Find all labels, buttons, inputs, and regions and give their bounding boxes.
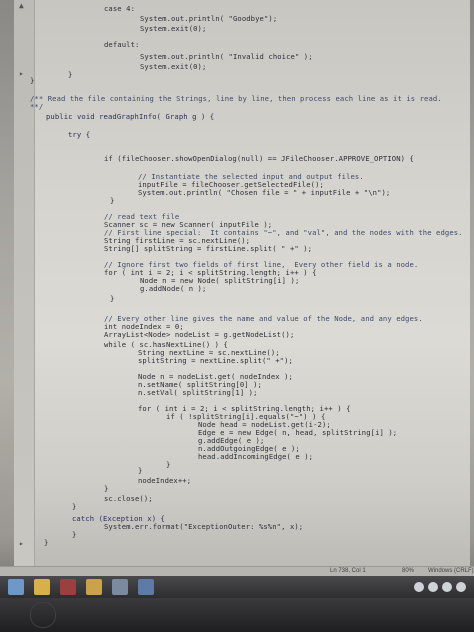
- code-line: nodeIndex++;: [138, 476, 192, 485]
- acrobat-icon[interactable]: [60, 579, 76, 595]
- code-line: }: [110, 196, 115, 205]
- volume-icon[interactable]: [428, 582, 438, 592]
- code-line: }: [110, 294, 115, 303]
- code-line: head.addIncomingEdge( e );: [198, 452, 314, 461]
- code-line: case 4:: [104, 4, 135, 13]
- code-line: }: [44, 538, 49, 547]
- code-line: **/: [30, 102, 44, 111]
- code-line: g.addNode( n );: [140, 284, 207, 293]
- code-line: splitString = nextLine.split(" +");: [138, 356, 293, 365]
- code-line: System.exit(0);: [140, 62, 207, 71]
- code-line: n.setVal( splitString[1] );: [138, 388, 258, 397]
- app-icon[interactable]: [112, 579, 128, 595]
- code-line: ArrayList<Node> nodeList = g.getNodeList…: [104, 330, 295, 339]
- code-line: System.exit(0);: [140, 24, 207, 33]
- code-line: }: [72, 502, 77, 511]
- code-line: System.err.format("ExceptionOuter: %s%n"…: [104, 522, 304, 531]
- code-editor[interactable]: ▲ ▸ ▸ case 4: System.out.println( "Goodby…: [14, 0, 470, 566]
- cursor-position: Ln 738, Col 1: [330, 568, 366, 574]
- start-icon[interactable]: [8, 579, 24, 595]
- code-line: }: [72, 530, 77, 539]
- code-text-area[interactable]: case 4: System.out.println( "Goodbye"); Sy…: [14, 0, 470, 566]
- code-line: public void readGraphInfo( Graph g ) {: [46, 112, 215, 121]
- network-icon[interactable]: [414, 582, 424, 592]
- code-line: /** Read the file containing the Strings…: [30, 94, 442, 103]
- reflection-ring: [30, 602, 56, 628]
- code-line: System.out.println( "Chosen file = " + i…: [138, 188, 391, 197]
- code-line: }: [166, 460, 171, 469]
- code-line: sc.close();: [104, 494, 153, 503]
- notification-icon[interactable]: [442, 582, 452, 592]
- clock-icon[interactable]: [456, 582, 466, 592]
- code-line: }: [104, 484, 109, 493]
- file-explorer-icon[interactable]: [34, 579, 50, 595]
- browser-icon[interactable]: [138, 579, 154, 595]
- code-line: try {: [68, 130, 91, 139]
- zoom-level[interactable]: 80%: [402, 568, 414, 574]
- code-line: String[] splitString = firstLine.split( …: [104, 244, 313, 253]
- folder-icon[interactable]: [86, 579, 102, 595]
- line-ending[interactable]: Windows (CRLF): [428, 568, 474, 574]
- code-line: default:: [104, 40, 140, 49]
- code-line: if (fileChooser.showOpenDialog(null) == …: [104, 154, 414, 163]
- code-line: }: [68, 70, 73, 79]
- code-line: }: [30, 76, 35, 85]
- monitor-screen: ▲ ▸ ▸ case 4: System.out.println( "Goodby…: [0, 0, 474, 632]
- code-line: System.out.println( "Invalid choice" );: [140, 52, 313, 61]
- system-tray: [410, 579, 470, 595]
- code-line: System.out.println( "Goodbye");: [140, 14, 278, 23]
- taskbar: [0, 576, 474, 598]
- monitor-bezel: [0, 598, 474, 632]
- code-line: }: [138, 466, 143, 475]
